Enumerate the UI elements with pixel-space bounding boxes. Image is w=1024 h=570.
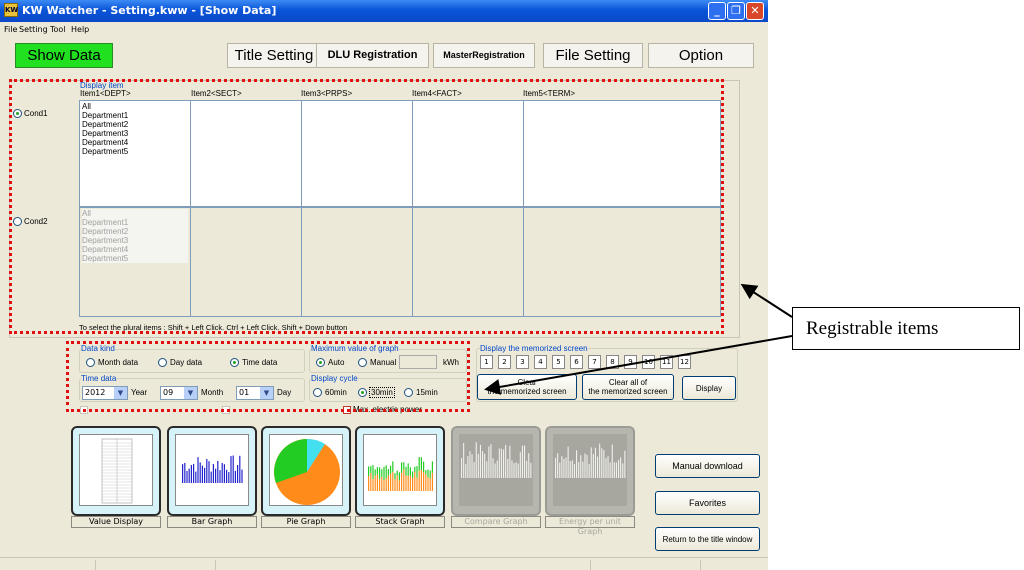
callout-arrow-left	[484, 335, 793, 395]
callout-arrow-up	[740, 283, 793, 318]
callout-arrows	[484, 283, 793, 395]
